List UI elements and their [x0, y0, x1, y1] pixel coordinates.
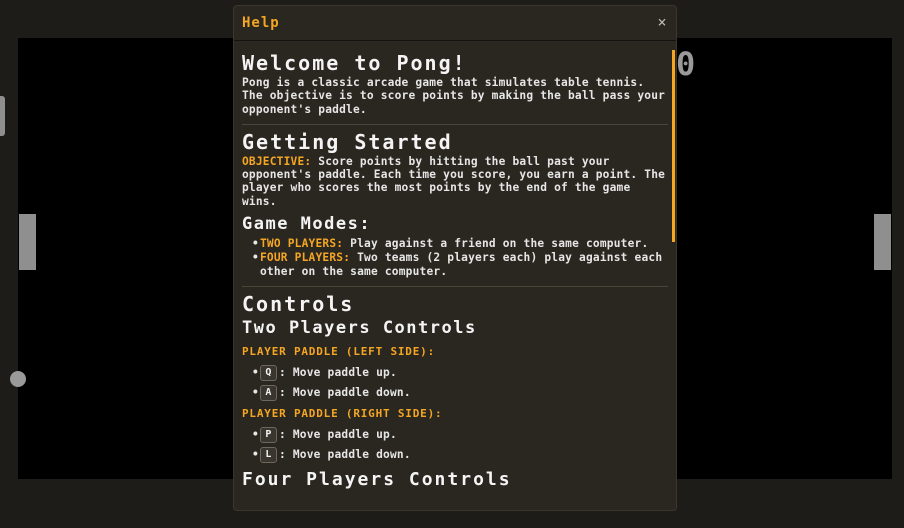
welcome-text: Pong is a classic arcade game that simul…: [242, 76, 666, 116]
game-screen: 0 Help × Welcome to Pong! Pong is a clas…: [0, 0, 904, 528]
key-cap: Q: [260, 364, 277, 381]
welcome-heading: Welcome to Pong!: [242, 51, 467, 75]
scrollbar-thumb[interactable]: [672, 50, 675, 242]
divider: [242, 123, 668, 125]
list-item: A: Move paddle down.: [252, 384, 668, 401]
dialog-header: Help ×: [234, 6, 676, 41]
score-right: 0: [676, 45, 696, 83]
key-action: : Move paddle up.: [279, 428, 397, 442]
help-dialog: Help × Welcome to Pong! Pong is a classi…: [233, 5, 677, 511]
left-keys-list: Q: Move paddle up. A: Move paddle down.: [242, 364, 668, 401]
list-item: Q: Move paddle up.: [252, 364, 668, 381]
mode-text: Play against a friend on the same comput…: [343, 237, 649, 251]
controls-heading: Controls: [242, 291, 355, 316]
right-keys-list: P: Move paddle up. L: Move paddle down.: [242, 426, 668, 463]
divider: [242, 285, 668, 287]
list-item: L: Move paddle down.: [252, 446, 668, 463]
side-panel-handle[interactable]: [0, 96, 5, 136]
key-cap: P: [260, 426, 277, 443]
four-players-controls-heading: Four Players Controls: [242, 468, 512, 490]
mode-label: TWO PLAYERS:: [260, 237, 344, 251]
key-action: : Move paddle down.: [279, 386, 411, 400]
key-action: : Move paddle down.: [279, 448, 411, 462]
right-paddle-label: PLAYER PADDLE (RIGHT SIDE):: [242, 406, 443, 420]
list-item: FOUR PLAYERS: Two teams (2 players each)…: [252, 251, 668, 278]
dialog-body[interactable]: Welcome to Pong! Pong is a classic arcad…: [234, 42, 676, 510]
left-paddle-label: PLAYER PADDLE (LEFT SIDE):: [242, 344, 435, 358]
objective-label: OBJECTIVE:: [242, 154, 312, 168]
close-icon[interactable]: ×: [654, 14, 670, 30]
right-paddle: [874, 214, 891, 270]
getting-started-heading: Getting Started: [242, 129, 453, 154]
left-paddle: [19, 214, 36, 270]
key-cap: A: [260, 384, 277, 401]
dialog-title: Help: [242, 15, 280, 31]
list-item: P: Move paddle up.: [252, 426, 668, 443]
key-cap: L: [260, 446, 277, 463]
list-item: TWO PLAYERS: Play against a friend on th…: [252, 237, 668, 251]
ball: [10, 371, 26, 387]
two-players-controls-heading: Two Players Controls: [242, 317, 477, 338]
game-modes-heading: Game Modes:: [242, 214, 372, 235]
mode-label: FOUR PLAYERS:: [260, 251, 351, 265]
key-action: : Move paddle up.: [279, 366, 397, 380]
game-modes-list: TWO PLAYERS: Play against a friend on th…: [242, 237, 668, 278]
objective-paragraph: OBJECTIVE: Score points by hitting the b…: [242, 155, 668, 208]
